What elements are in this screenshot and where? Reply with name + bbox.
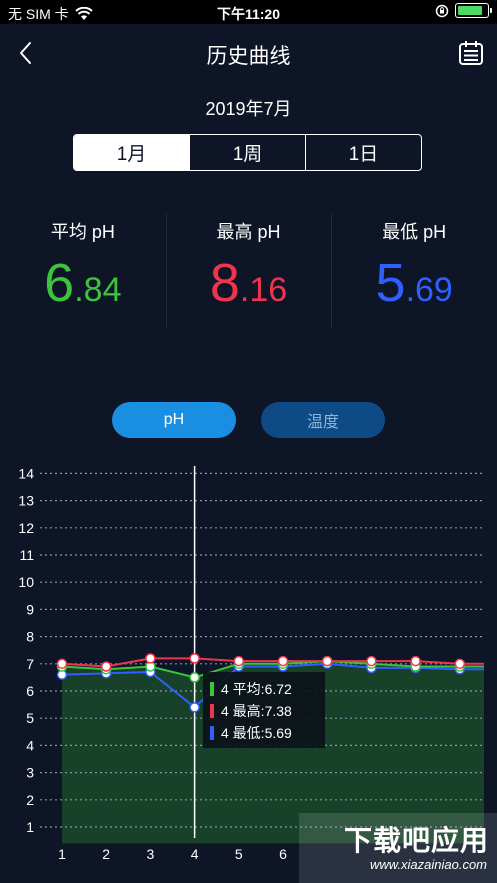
x-tick-label: 5 [235,846,243,862]
tooltip-marker [210,682,214,696]
status-right [435,3,492,18]
stat-max: 最高 pH 8.16 [165,214,332,329]
data-point-max [100,661,112,672]
y-tick-label: 6 [26,683,34,699]
ph-toggle-button[interactable]: pH [112,402,236,438]
temperature-toggle-button[interactable]: 温度 [261,402,385,438]
tooltip-row: 4 最低:5.69 [221,725,292,741]
stat-average-value: 6.84 [0,256,166,310]
data-point-max [321,655,333,667]
tooltip-row: 4 平均:6.72 [221,681,292,697]
stat-average-dec: .84 [74,271,122,309]
data-point-max [454,658,466,670]
stat-min-label: 最低 pH [382,222,447,242]
y-tick-label: 4 [26,737,34,753]
x-tick-label: 2 [102,846,110,862]
period-segmented-control: 1月 1周 1日 [73,134,422,171]
data-point-avg [189,672,200,683]
y-tick-label: 10 [18,574,34,590]
stat-max-label: 最高 pH [216,222,281,242]
y-tick-label: 1 [26,819,34,835]
stat-average-int: 6 [44,253,75,313]
chevron-left-icon [20,42,31,64]
stat-average-label: 平均 pH [50,222,115,242]
watermark-url: www.xiazainiao.com [369,857,487,872]
data-point-min [189,702,200,713]
data-point-max [189,653,200,664]
tooltip-marker [210,704,214,718]
calendar-button[interactable] [457,39,485,67]
nav-bar: 历史曲线 [0,24,497,82]
y-tick-label: 2 [26,792,34,808]
battery-fill [458,6,483,15]
y-tick-label: 3 [26,765,34,781]
page-title: 历史曲线 [206,45,291,68]
watermark: 下载吧应用 www.xiazainiao.com [299,813,497,883]
rotation-lock-icon [435,4,449,17]
tooltip-marker [210,726,214,740]
tooltip-row: 4 最高:7.38 [221,703,292,719]
stat-max-value: 8.16 [166,256,332,310]
stat-min-dec: .69 [405,271,453,309]
segment-day[interactable]: 1日 [305,135,421,170]
calendar-icon [459,41,483,65]
status-time: 下午11:20 [216,6,281,22]
y-tick-label: 11 [19,547,34,563]
stat-max-int: 8 [209,253,240,313]
stat-min: 最低 pH 5.69 [331,214,497,329]
y-tick-label: 8 [26,629,34,645]
x-tick-label: 3 [147,846,155,862]
y-tick-label: 7 [26,656,34,672]
y-tick-label: 12 [18,520,34,536]
status-bar: 无 SIM 卡 下午11:20 [0,0,497,24]
x-tick-label: 1 [58,846,66,862]
y-tick-label: 13 [18,493,34,509]
stat-min-int: 5 [375,253,406,313]
data-point-max [366,655,377,667]
battery-icon [455,3,492,18]
x-tick-label: 4 [191,846,199,862]
data-point-max [277,655,289,667]
data-point-max [56,658,68,670]
stat-max-dec: .16 [239,271,288,309]
ph-stats: 平均 pH 6.84 最高 pH 8.16 最低 pH 5.69 [0,214,497,329]
segment-week[interactable]: 1周 [189,135,305,170]
date-label: 2019年7月 [205,99,292,119]
watermark-title: 下载吧应用 [343,825,489,856]
data-point-max [233,655,245,667]
stat-min-value: 5.69 [331,256,497,310]
x-tick-label: 6 [279,846,287,862]
stat-average: 平均 pH 6.84 [0,214,166,329]
back-button[interactable] [12,38,42,68]
y-tick-label: 9 [26,601,34,617]
data-point-max [410,655,421,667]
y-tick-label: 14 [18,465,34,481]
data-point-max [145,653,156,664]
segment-month[interactable]: 1月 [74,135,189,170]
y-tick-label: 5 [26,710,34,726]
